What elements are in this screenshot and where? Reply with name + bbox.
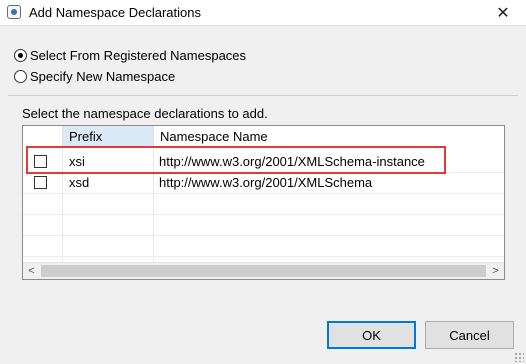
scroll-thumb[interactable] (41, 265, 486, 277)
row-prefix: xsd (69, 175, 90, 190)
window-title: Add Namespace Declarations (29, 5, 201, 20)
empty-row (23, 215, 504, 236)
header-prefix[interactable]: Prefix (63, 126, 154, 148)
instruction-text: Select the namespace declarations to add… (22, 106, 268, 121)
scroll-left-icon[interactable]: < (23, 263, 40, 279)
empty-row (23, 194, 504, 215)
row-checkbox[interactable] (34, 176, 47, 189)
cancel-button[interactable]: Cancel (425, 321, 514, 349)
scroll-right-icon[interactable]: > (487, 263, 504, 279)
table-row[interactable]: xsi http://www.w3.org/2001/XMLSchema-ins… (23, 152, 504, 173)
table-row[interactable]: xsd http://www.w3.org/2001/XMLSchema (23, 173, 504, 194)
namespace-table[interactable]: Prefix Namespace Name xsi http://www.w3.… (22, 125, 505, 280)
radio-button-checked[interactable] (14, 49, 27, 62)
separator (8, 95, 518, 96)
ok-button[interactable]: OK (327, 321, 416, 349)
app-icon (7, 5, 21, 19)
row-namespace: http://www.w3.org/2001/XMLSchema-instanc… (159, 154, 425, 169)
title-bar: Add Namespace Declarations ✕ (0, 0, 526, 26)
empty-row (23, 236, 504, 257)
horizontal-scrollbar[interactable]: < > (23, 262, 504, 279)
header-check-column[interactable] (23, 126, 63, 148)
table-header: Prefix Namespace Name (23, 126, 504, 148)
row-checkbox[interactable] (34, 155, 47, 168)
row-namespace: http://www.w3.org/2001/XMLSchema (159, 175, 373, 190)
radio-select-registered-label: Select From Registered Namespaces (30, 48, 247, 63)
radio-button-unchecked[interactable] (14, 70, 27, 83)
close-button[interactable]: ✕ (480, 0, 526, 26)
radio-specify-new-label: Specify New Namespace (30, 69, 176, 84)
resize-grip-icon[interactable] (514, 352, 524, 362)
radio-specify-new[interactable]: Specify New Namespace (14, 69, 175, 84)
header-namespace-name[interactable]: Namespace Name (154, 126, 504, 148)
row-prefix: xsi (69, 154, 85, 169)
radio-select-registered[interactable]: Select From Registered Namespaces (14, 48, 246, 63)
